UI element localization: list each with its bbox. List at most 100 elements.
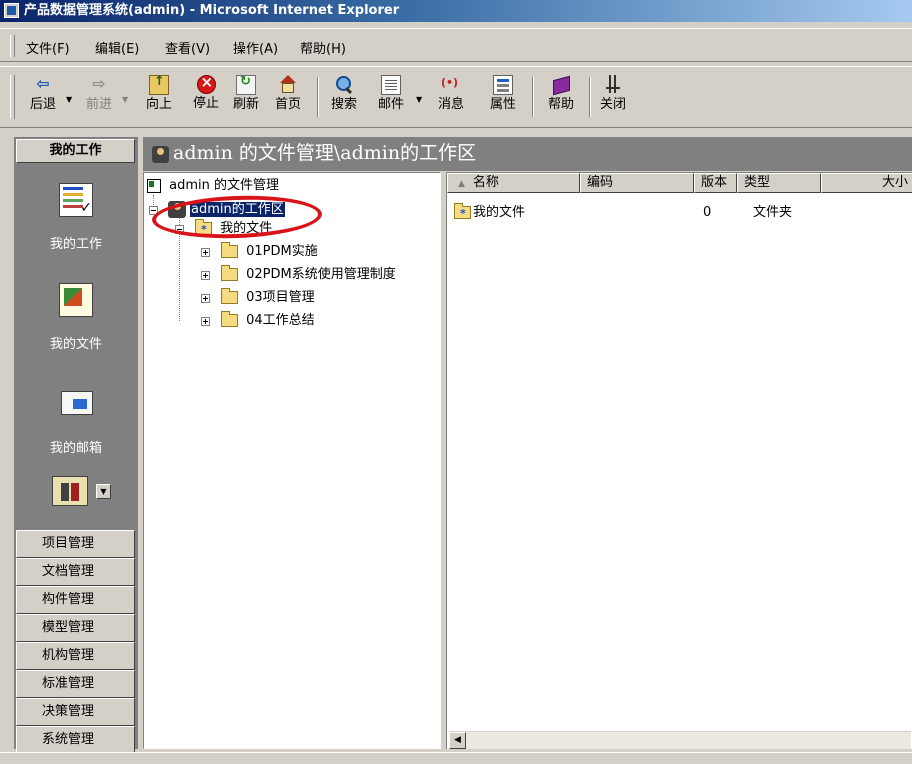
category-model[interactable]: 模型管理 bbox=[16, 614, 135, 642]
folder-icon bbox=[221, 242, 238, 258]
category-document[interactable]: 文档管理 bbox=[16, 558, 135, 586]
path-header: admin 的文件管理\admin的工作区 bbox=[143, 137, 912, 171]
menu-view[interactable]: 查看(V) bbox=[165, 38, 210, 57]
refresh-icon bbox=[236, 74, 256, 95]
column-header-version[interactable]: 版本 bbox=[694, 173, 737, 193]
menu-edit[interactable]: 编辑(E) bbox=[95, 38, 139, 57]
up-label: 向上 bbox=[145, 97, 172, 112]
sidebar-item-label: 我的文件 bbox=[49, 337, 102, 352]
folder-icon bbox=[221, 265, 238, 281]
menu-file[interactable]: 文件(F) bbox=[26, 38, 70, 57]
tree-node-label: 02PDM系统使用管理制度 bbox=[246, 267, 396, 282]
scroll-left-icon[interactable]: ◀ bbox=[449, 732, 466, 749]
tree-node-folder[interactable]: 02PDM系统使用管理制度 bbox=[221, 265, 396, 285]
category-system[interactable]: 系统管理 bbox=[16, 726, 135, 754]
expand-icon[interactable] bbox=[201, 294, 210, 303]
list-item-version: 0 bbox=[703, 205, 712, 220]
mailbox-icon bbox=[59, 387, 93, 421]
search-button[interactable]: 搜索 bbox=[323, 73, 365, 123]
horizontal-scrollbar[interactable]: ◀ bbox=[449, 731, 911, 749]
category-organization[interactable]: 机构管理 bbox=[16, 642, 135, 670]
special-folder-icon bbox=[454, 203, 471, 224]
forward-dropdown-icon[interactable]: ▼ bbox=[122, 95, 128, 104]
expand-icon[interactable] bbox=[201, 317, 210, 326]
window-title: 产品数据管理系统(admin) - Microsoft Internet Exp… bbox=[24, 3, 400, 18]
toolbar-separator bbox=[589, 77, 591, 117]
files-icon bbox=[59, 283, 93, 317]
category-component[interactable]: 构件管理 bbox=[16, 586, 135, 614]
menu-help[interactable]: 帮助(H) bbox=[300, 38, 346, 57]
search-label: 搜索 bbox=[330, 97, 357, 112]
message-button[interactable]: 消息 bbox=[430, 73, 472, 123]
toolbar-separator bbox=[532, 77, 534, 117]
tree-node-folder[interactable]: 03项目管理 bbox=[221, 288, 315, 308]
properties-icon bbox=[493, 75, 513, 95]
tree-node-label: admin 的文件管理 bbox=[169, 178, 280, 193]
sidebar-item-my-files[interactable]: 我的文件 bbox=[14, 283, 138, 352]
sidebar-item-my-mailbox[interactable]: 我的邮箱 bbox=[14, 387, 138, 456]
back-button[interactable]: ⇦ 后退 bbox=[22, 73, 64, 123]
close-door-icon bbox=[603, 75, 623, 95]
sidebar-header[interactable]: 我的工作 bbox=[16, 139, 135, 163]
help-book-icon bbox=[551, 75, 571, 95]
column-header-name[interactable]: ▲ 名称 bbox=[447, 173, 580, 193]
list-item[interactable]: 我的文件 0 文件夹 bbox=[447, 203, 907, 224]
home-button[interactable]: 首页 bbox=[267, 73, 309, 123]
toolbar-separator bbox=[317, 77, 319, 117]
file-manager-icon bbox=[147, 178, 161, 193]
forward-label: 前进 bbox=[85, 97, 112, 112]
mail-dropdown-icon[interactable]: ▼ bbox=[416, 95, 422, 104]
mail-icon bbox=[381, 75, 401, 95]
user-icon bbox=[152, 146, 169, 163]
tree-node-root[interactable]: admin 的文件管理 bbox=[147, 176, 279, 196]
mail-button[interactable]: 邮件 bbox=[370, 73, 412, 123]
refresh-button[interactable]: 刷新 bbox=[225, 73, 267, 123]
tree-node-folder[interactable]: 04工作总结 bbox=[221, 311, 315, 331]
close-button[interactable]: 关闭 bbox=[592, 73, 634, 123]
forward-button[interactable]: ⇨ 前进 bbox=[78, 73, 120, 123]
toolbar: ⇦ 后退 ▼ ⇨ 前进 ▼ 向上 停止 刷新 首页 搜索 邮件 ▼ 消息 属性 bbox=[0, 66, 912, 128]
stop-label: 停止 bbox=[192, 96, 219, 111]
column-header-code[interactable]: 编码 bbox=[580, 173, 694, 193]
message-broadcast-icon bbox=[441, 75, 461, 95]
menu-grip[interactable] bbox=[10, 35, 15, 57]
help-label: 帮助 bbox=[547, 97, 574, 112]
chevron-down-icon[interactable]: ▼ bbox=[96, 484, 111, 499]
category-standard[interactable]: 标准管理 bbox=[16, 670, 135, 698]
back-dropdown-icon[interactable]: ▼ bbox=[66, 95, 72, 104]
file-list: ▲ 名称 编码 版本 类型 大小 我的文件 0 文件夹 ◀ bbox=[446, 172, 912, 749]
tree-node-folder[interactable]: 01PDM实施 bbox=[221, 242, 318, 262]
toolbox-icon[interactable] bbox=[52, 476, 88, 506]
search-icon bbox=[334, 75, 354, 95]
stop-button[interactable]: 停止 bbox=[185, 73, 227, 123]
home-label: 首页 bbox=[274, 97, 301, 112]
help-button[interactable]: 帮助 bbox=[540, 73, 582, 123]
forward-arrow-icon: ⇨ bbox=[92, 74, 106, 93]
expand-icon[interactable] bbox=[201, 271, 210, 280]
sort-up-icon: ▲ bbox=[458, 179, 465, 189]
column-label: 名称 bbox=[472, 175, 499, 190]
folder-icon bbox=[221, 311, 238, 327]
window-title-bar[interactable]: 产品数据管理系统(admin) - Microsoft Internet Exp… bbox=[0, 0, 912, 22]
category-decision[interactable]: 决策管理 bbox=[16, 698, 135, 726]
column-header-size[interactable]: 大小 bbox=[821, 173, 912, 193]
back-label: 后退 bbox=[29, 97, 56, 112]
folder-up-icon bbox=[149, 74, 169, 95]
tools-selector[interactable]: ▼ bbox=[52, 472, 116, 510]
toolbar-grip[interactable] bbox=[10, 75, 15, 119]
menu-action[interactable]: 操作(A) bbox=[233, 38, 278, 57]
category-project[interactable]: 项目管理 bbox=[16, 530, 135, 558]
up-button[interactable]: 向上 bbox=[138, 73, 180, 123]
refresh-label: 刷新 bbox=[232, 97, 259, 112]
mail-label: 邮件 bbox=[377, 97, 404, 112]
list-item-name: 我的文件 bbox=[473, 205, 526, 220]
sidebar: 我的工作 我的工作 我的文件 我的邮箱 ▼ 项目管理 文档管理 构件管理 模型管… bbox=[14, 137, 138, 754]
column-header-type[interactable]: 类型 bbox=[737, 173, 821, 193]
tree-node-label: 04工作总结 bbox=[246, 313, 315, 328]
home-icon bbox=[278, 75, 298, 95]
properties-label: 属性 bbox=[489, 97, 516, 112]
stop-icon bbox=[196, 73, 216, 94]
expand-icon[interactable] bbox=[201, 248, 210, 257]
sidebar-item-my-work[interactable]: 我的工作 bbox=[14, 183, 138, 252]
properties-button[interactable]: 属性 bbox=[482, 73, 524, 123]
